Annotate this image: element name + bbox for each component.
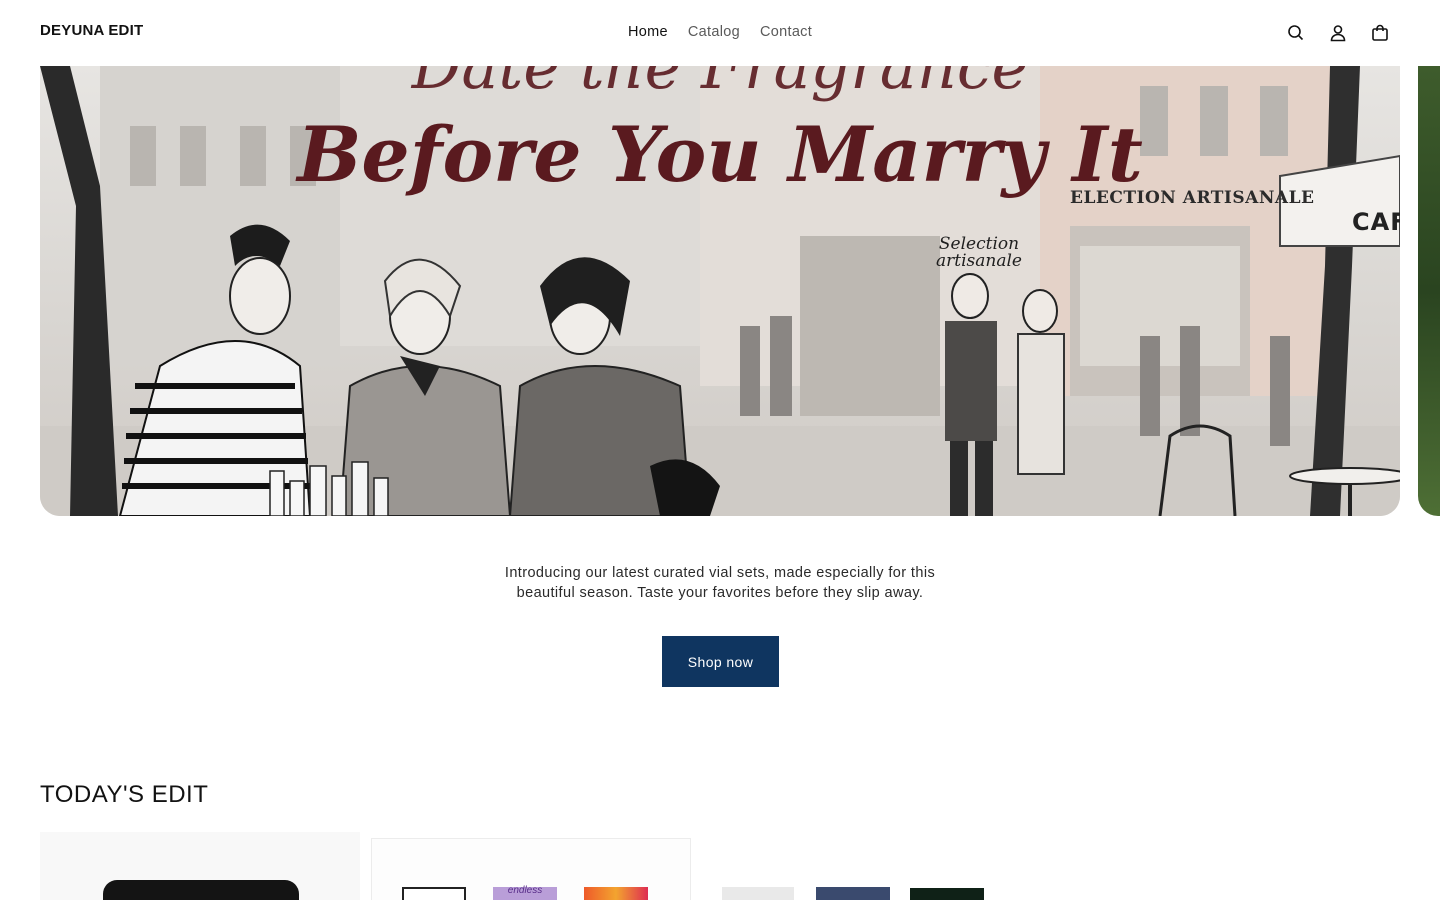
product-image-box: endless xyxy=(493,885,557,900)
product-box-label: endless xyxy=(507,885,543,896)
intro-text: Introducing our latest curated vial sets… xyxy=(504,565,936,601)
product-card[interactable] xyxy=(1033,832,1353,900)
nav-home-link[interactable]: Home xyxy=(618,20,678,44)
site-logo[interactable]: DEYUNA EDIT xyxy=(40,22,143,39)
section-title-todays-edit: TODAY'S EDIT xyxy=(40,781,209,808)
selection-sign-line2: artisanale xyxy=(936,251,1022,271)
main-nav: Home Catalog Contact xyxy=(618,20,822,44)
product-image-box xyxy=(584,887,648,900)
search-button[interactable] xyxy=(1276,18,1316,48)
product-image-vial xyxy=(722,887,794,900)
nav-catalog-link[interactable]: Catalog xyxy=(678,20,750,44)
cart-button[interactable] xyxy=(1360,18,1400,48)
account-icon xyxy=(1330,25,1346,42)
product-image-vial xyxy=(910,888,984,900)
banner-title-top: Date the Fragrance xyxy=(411,66,1029,103)
header-icons xyxy=(1274,18,1400,48)
account-button[interactable] xyxy=(1318,18,1358,48)
search-icon xyxy=(1288,25,1304,41)
product-card[interactable]: endless xyxy=(371,838,691,900)
cart-icon xyxy=(1372,24,1388,41)
product-card[interactable] xyxy=(40,832,360,900)
selection-sign: Selection artisanale xyxy=(936,236,1022,270)
product-image-jar xyxy=(103,880,299,900)
shop-now-button[interactable]: Shop now xyxy=(662,636,779,687)
shop-sign-text: ELECTION ARTISANALE xyxy=(1070,188,1315,208)
cafe-sign-text: CAFI xyxy=(1352,208,1400,236)
product-image-vial xyxy=(816,887,890,900)
next-slide-peek[interactable] xyxy=(1418,66,1440,516)
nav-contact-link[interactable]: Contact xyxy=(750,20,822,44)
product-image-box xyxy=(402,887,466,900)
site-header: DEYUNA EDIT Home Catalog Contact xyxy=(0,0,1440,66)
banner-title-main: Before You Marry It xyxy=(297,110,1143,199)
hero-banner-slide[interactable]: Date the Fragrance Before You Marry It E… xyxy=(40,66,1400,516)
product-card[interactable] xyxy=(702,832,1022,900)
